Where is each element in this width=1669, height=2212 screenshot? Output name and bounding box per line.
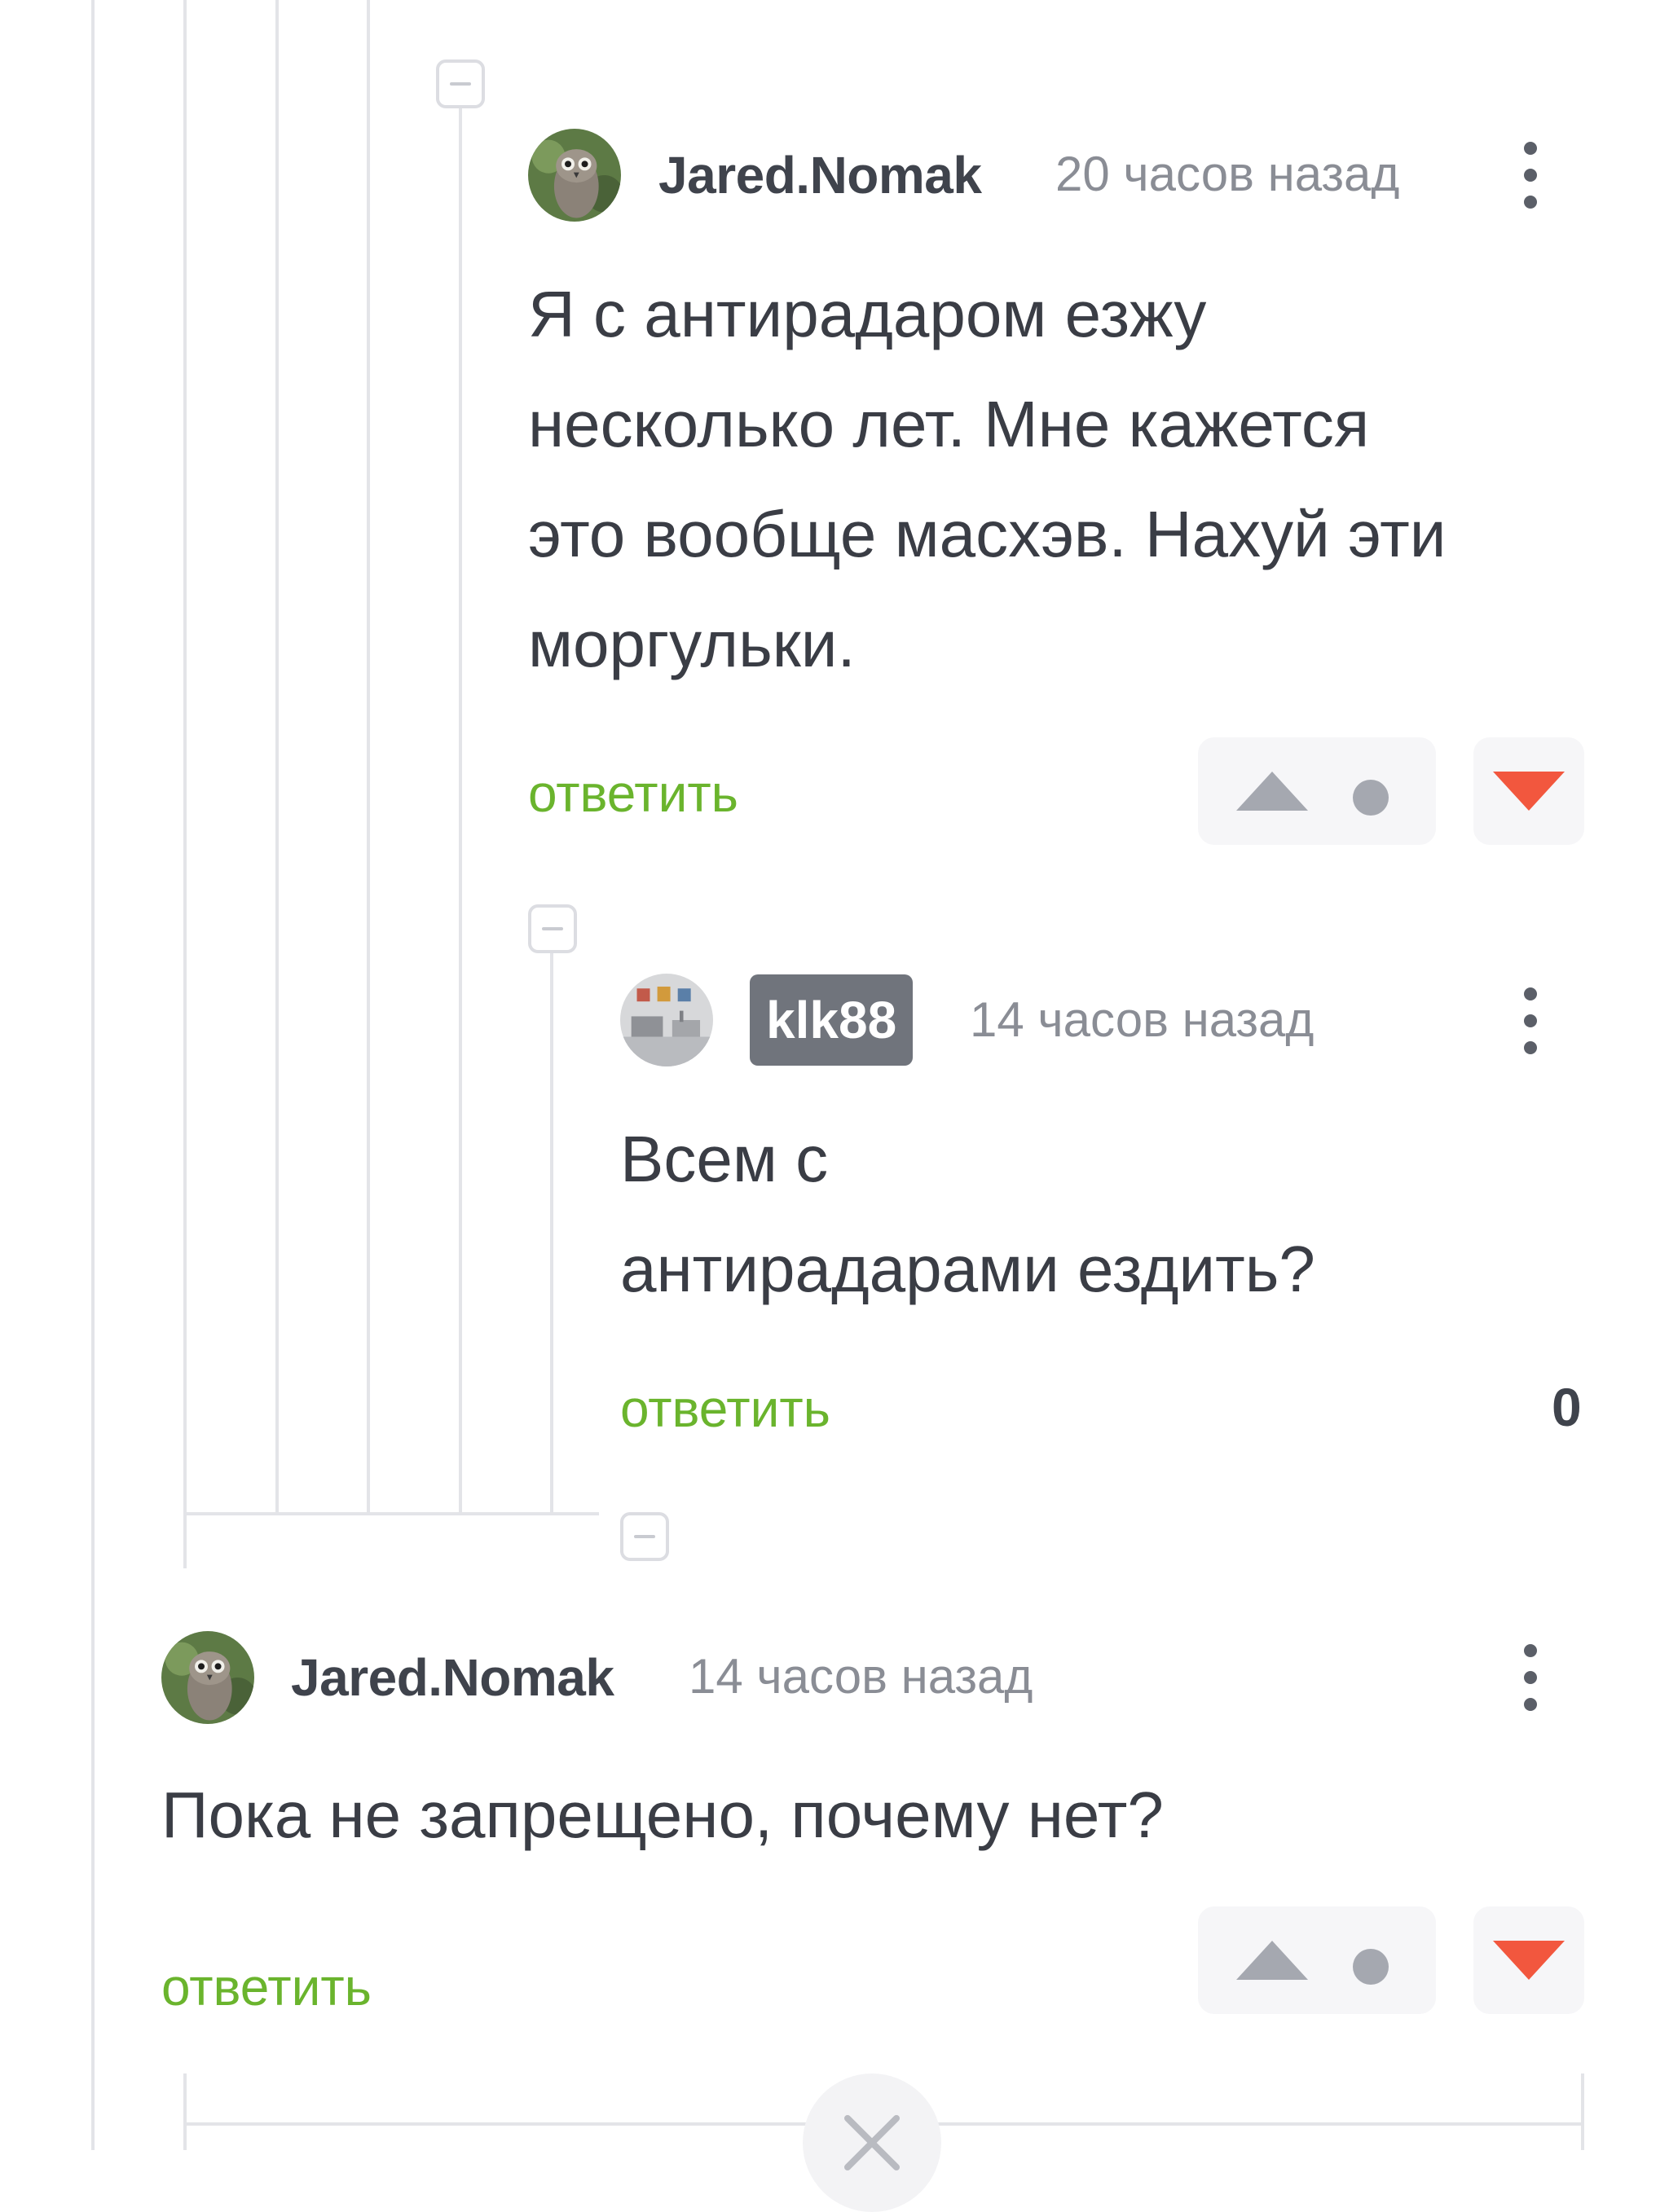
user-avatar[interactable] xyxy=(620,974,713,1066)
thread-line-level-2 xyxy=(275,0,279,1514)
more-dot-icon xyxy=(1524,169,1537,182)
comment-timestamp: 14 часов назад xyxy=(970,992,1315,1047)
comment-body: Пока не запрещено, почему нет? xyxy=(161,1760,1596,1870)
comment-body: Всем с антирадарами ездить? xyxy=(620,1104,1557,1324)
comment-text-line: Пока не запрещено, почему нет? xyxy=(161,1779,1164,1851)
thread-branch-line xyxy=(183,1512,599,1515)
owl-avatar-icon xyxy=(528,129,621,222)
user-avatar[interactable] xyxy=(528,129,621,222)
upvote-arrow-icon[interactable] xyxy=(1233,1937,1311,1983)
reply-link[interactable]: ответить xyxy=(528,767,738,820)
downvote-box[interactable] xyxy=(1473,737,1584,845)
thread-line-level-1 xyxy=(183,0,187,1568)
collapse-thread-button[interactable] xyxy=(436,59,485,108)
upvote-box xyxy=(1198,737,1436,845)
thread-line-level-3 xyxy=(367,0,370,1514)
thread-line-level-5 xyxy=(550,953,553,1514)
more-dot-icon xyxy=(1524,1671,1537,1684)
comment-username[interactable]: klk88 xyxy=(750,974,914,1066)
owl-avatar-icon xyxy=(161,1631,254,1724)
reply-link[interactable]: ответить xyxy=(161,1961,372,2013)
comment-text-line: Я с антирадаром езжу xyxy=(528,278,1207,350)
comment-timestamp: 20 часов назад xyxy=(1055,150,1400,199)
collapse-thread-button[interactable] xyxy=(528,904,577,953)
more-dot-icon xyxy=(1524,196,1537,209)
more-dot-icon xyxy=(1524,987,1537,1000)
comment-text-line: моргульки. xyxy=(528,608,856,680)
expand-replies-button[interactable] xyxy=(803,2073,941,2212)
comment-text-line: несколько лет. Мне кажется xyxy=(528,388,1370,460)
downvote-box[interactable] xyxy=(1473,1906,1584,2014)
user-avatar[interactable] xyxy=(161,1631,254,1724)
bottom-bracket-left xyxy=(183,2073,187,2150)
comment-body: Я с антирадаром езжу несколько лет. Мне … xyxy=(528,259,1612,699)
comment-username[interactable]: Jared.Nomak xyxy=(291,1651,614,1704)
upvote-arrow-icon[interactable] xyxy=(1233,768,1311,814)
more-dot-icon xyxy=(1524,1644,1537,1657)
close-icon xyxy=(844,2115,900,2170)
comment-more-button[interactable] xyxy=(1506,1633,1555,1722)
comment-more-button[interactable] xyxy=(1506,976,1555,1066)
more-dot-icon xyxy=(1524,1698,1537,1711)
rating-hidden-dot xyxy=(1353,1949,1389,1985)
downvote-arrow-icon[interactable] xyxy=(1490,1937,1568,1983)
outer-thread-line xyxy=(91,0,95,2150)
room-avatar-icon xyxy=(620,974,713,1066)
rating-hidden-dot xyxy=(1353,780,1389,816)
comment-text-line: Всем с xyxy=(620,1123,829,1195)
comment-text-line: антирадарами ездить? xyxy=(620,1233,1315,1305)
reply-link[interactable]: ответить xyxy=(620,1383,830,1435)
thread-line-level-4 xyxy=(459,106,462,1514)
collapse-thread-button[interactable] xyxy=(620,1512,669,1561)
comment-username[interactable]: Jared.Nomak xyxy=(658,149,982,201)
upvote-box xyxy=(1198,1906,1436,2014)
comment-more-button[interactable] xyxy=(1506,130,1555,220)
comment-timestamp: 14 часов назад xyxy=(689,1649,1033,1704)
downvote-arrow-icon[interactable] xyxy=(1490,768,1568,814)
more-dot-icon xyxy=(1524,1014,1537,1027)
more-dot-icon xyxy=(1524,142,1537,155)
comment-text-line: это вообще масхэв. Нахуй эти xyxy=(528,498,1447,570)
comment-score: 0 xyxy=(1552,1377,1582,1437)
bottom-bracket-right xyxy=(1581,2073,1584,2150)
more-dot-icon xyxy=(1524,1041,1537,1054)
